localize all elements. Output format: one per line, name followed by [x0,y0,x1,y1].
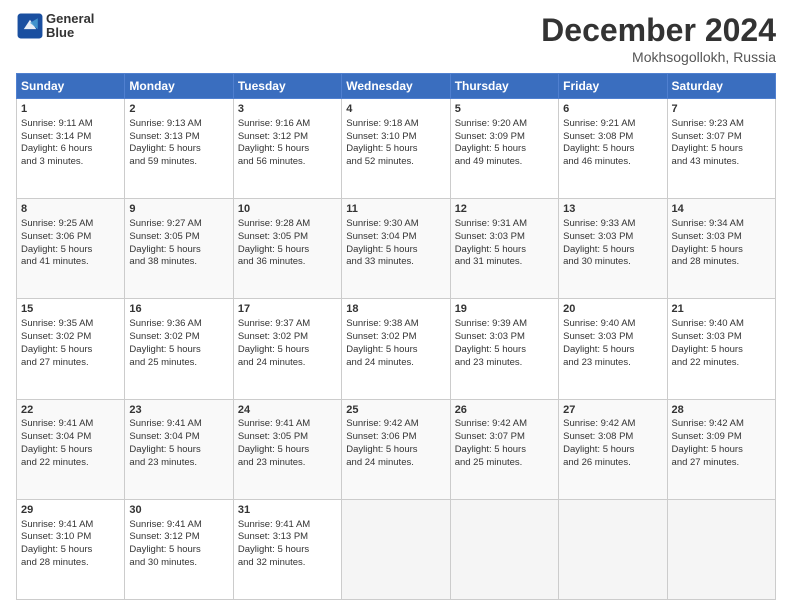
day-number: 1 [21,102,120,117]
day-number: 18 [346,302,445,317]
day-cell: 18 Sunrise: 9:38 AMSunset: 3:02 PMDaylig… [342,299,450,399]
day-number: 28 [672,403,771,418]
day-number: 8 [21,202,120,217]
day-number: 29 [21,503,120,518]
month-title: December 2024 [541,12,776,49]
day-number: 14 [672,202,771,217]
logo-line2: Blue [46,26,94,40]
day-cell: 21 Sunrise: 9:40 AMSunset: 3:03 PMDaylig… [667,299,775,399]
calendar-row: 22 Sunrise: 9:41 AMSunset: 3:04 PMDaylig… [17,399,776,499]
day-number: 20 [563,302,662,317]
empty-cell [559,499,667,599]
day-cell: 29 Sunrise: 9:41 AMSunset: 3:10 PMDaylig… [17,499,125,599]
day-number: 13 [563,202,662,217]
day-cell: 20 Sunrise: 9:40 AMSunset: 3:03 PMDaylig… [559,299,667,399]
day-cell: 28 Sunrise: 9:42 AMSunset: 3:09 PMDaylig… [667,399,775,499]
logo-icon [16,12,44,40]
day-cell: 4 Sunrise: 9:18 AMSunset: 3:10 PMDayligh… [342,99,450,199]
col-tuesday: Tuesday [233,74,341,99]
day-number: 6 [563,102,662,117]
calendar-row: 8 Sunrise: 9:25 AMSunset: 3:06 PMDayligh… [17,199,776,299]
day-cell: 14 Sunrise: 9:34 AMSunset: 3:03 PMDaylig… [667,199,775,299]
day-number: 24 [238,403,337,418]
day-number: 27 [563,403,662,418]
day-cell: 31 Sunrise: 9:41 AMSunset: 3:13 PMDaylig… [233,499,341,599]
day-number: 4 [346,102,445,117]
empty-cell [450,499,558,599]
logo-text: General Blue [46,12,94,41]
day-number: 19 [455,302,554,317]
day-cell: 10 Sunrise: 9:28 AMSunset: 3:05 PMDaylig… [233,199,341,299]
col-monday: Monday [125,74,233,99]
calendar-row: 1 Sunrise: 9:11 AMSunset: 3:14 PMDayligh… [17,99,776,199]
logo-line1: General [46,12,94,26]
location: Mokhsogollokh, Russia [541,49,776,65]
day-number: 7 [672,102,771,117]
day-number: 9 [129,202,228,217]
day-cell: 3 Sunrise: 9:16 AMSunset: 3:12 PMDayligh… [233,99,341,199]
day-number: 25 [346,403,445,418]
calendar-row: 15 Sunrise: 9:35 AMSunset: 3:02 PMDaylig… [17,299,776,399]
day-cell: 25 Sunrise: 9:42 AMSunset: 3:06 PMDaylig… [342,399,450,499]
day-number: 26 [455,403,554,418]
day-cell: 26 Sunrise: 9:42 AMSunset: 3:07 PMDaylig… [450,399,558,499]
day-number: 10 [238,202,337,217]
day-cell: 11 Sunrise: 9:30 AMSunset: 3:04 PMDaylig… [342,199,450,299]
calendar-header-row: Sunday Monday Tuesday Wednesday Thursday… [17,74,776,99]
day-number: 17 [238,302,337,317]
day-cell: 6 Sunrise: 9:21 AMSunset: 3:08 PMDayligh… [559,99,667,199]
day-number: 31 [238,503,337,518]
empty-cell [342,499,450,599]
day-cell: 7 Sunrise: 9:23 AMSunset: 3:07 PMDayligh… [667,99,775,199]
day-number: 23 [129,403,228,418]
day-number: 2 [129,102,228,117]
day-number: 21 [672,302,771,317]
day-cell: 23 Sunrise: 9:41 AMSunset: 3:04 PMDaylig… [125,399,233,499]
col-saturday: Saturday [667,74,775,99]
header: General Blue December 2024 Mokhsogollokh… [16,12,776,65]
day-cell: 9 Sunrise: 9:27 AMSunset: 3:05 PMDayligh… [125,199,233,299]
day-number: 30 [129,503,228,518]
day-cell: 13 Sunrise: 9:33 AMSunset: 3:03 PMDaylig… [559,199,667,299]
day-cell: 5 Sunrise: 9:20 AMSunset: 3:09 PMDayligh… [450,99,558,199]
title-block: December 2024 Mokhsogollokh, Russia [541,12,776,65]
day-cell: 15 Sunrise: 9:35 AMSunset: 3:02 PMDaylig… [17,299,125,399]
day-cell: 22 Sunrise: 9:41 AMSunset: 3:04 PMDaylig… [17,399,125,499]
day-number: 15 [21,302,120,317]
empty-cell [667,499,775,599]
logo: General Blue [16,12,94,41]
col-thursday: Thursday [450,74,558,99]
col-wednesday: Wednesday [342,74,450,99]
day-cell: 24 Sunrise: 9:41 AMSunset: 3:05 PMDaylig… [233,399,341,499]
day-cell: 1 Sunrise: 9:11 AMSunset: 3:14 PMDayligh… [17,99,125,199]
day-cell: 30 Sunrise: 9:41 AMSunset: 3:12 PMDaylig… [125,499,233,599]
col-friday: Friday [559,74,667,99]
day-number: 5 [455,102,554,117]
day-cell: 19 Sunrise: 9:39 AMSunset: 3:03 PMDaylig… [450,299,558,399]
day-cell: 12 Sunrise: 9:31 AMSunset: 3:03 PMDaylig… [450,199,558,299]
day-cell: 17 Sunrise: 9:37 AMSunset: 3:02 PMDaylig… [233,299,341,399]
day-number: 12 [455,202,554,217]
day-cell: 16 Sunrise: 9:36 AMSunset: 3:02 PMDaylig… [125,299,233,399]
day-number: 11 [346,202,445,217]
day-number: 16 [129,302,228,317]
calendar-row: 29 Sunrise: 9:41 AMSunset: 3:10 PMDaylig… [17,499,776,599]
col-sunday: Sunday [17,74,125,99]
day-number: 3 [238,102,337,117]
page: General Blue December 2024 Mokhsogollokh… [0,0,792,612]
calendar-table: Sunday Monday Tuesday Wednesday Thursday… [16,73,776,600]
day-cell: 27 Sunrise: 9:42 AMSunset: 3:08 PMDaylig… [559,399,667,499]
day-cell: 8 Sunrise: 9:25 AMSunset: 3:06 PMDayligh… [17,199,125,299]
day-cell: 2 Sunrise: 9:13 AMSunset: 3:13 PMDayligh… [125,99,233,199]
day-number: 22 [21,403,120,418]
